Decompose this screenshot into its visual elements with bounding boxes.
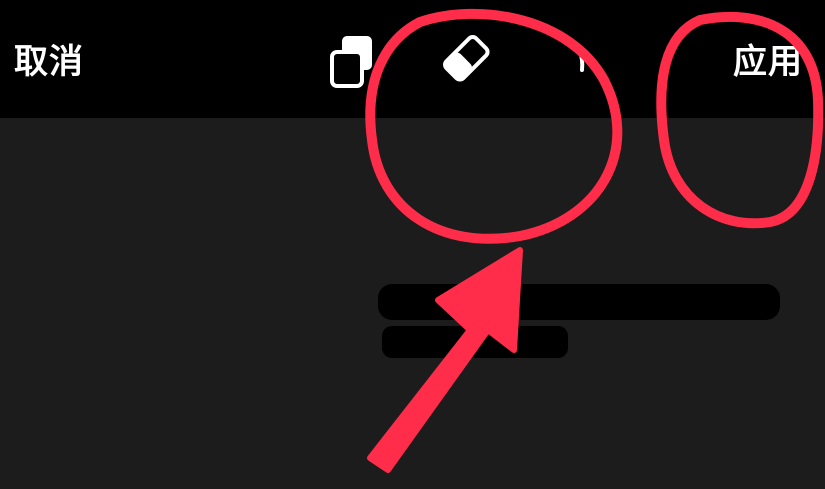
cancel-button[interactable]: 取消: [14, 40, 84, 84]
apply-button[interactable]: 应用: [733, 40, 803, 84]
redacted-text-line: [378, 284, 780, 320]
eraser-icon[interactable]: [438, 28, 496, 90]
photo-editor-screen: 取消 应用: [0, 0, 825, 489]
top-toolbar: 取消 应用: [0, 0, 825, 118]
copy-layers-icon[interactable]: [328, 32, 378, 90]
redacted-text-line: [382, 326, 568, 358]
brush-icon[interactable]: [566, 38, 588, 74]
